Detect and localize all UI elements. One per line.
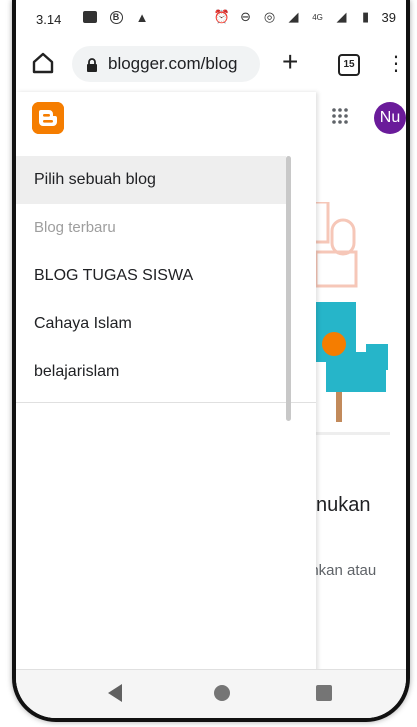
status-time: 3.14 (36, 12, 62, 27)
blog-drawer: Pilih sebuah blog Blog terbaru BLOG TUGA… (16, 92, 316, 674)
menu-item-choose-blog[interactable]: Pilih sebuah blog (16, 156, 286, 204)
tabs-icon[interactable]: 15 (338, 54, 360, 76)
phone-frame: 3.14 B ▲ ⏰ ⊖ ◎ ◢ 4G ◢ ▮ 39 blogger.com/b… (12, 0, 410, 722)
url-text: blogger.com/blog (108, 54, 238, 73)
signal-icon: ◢ (288, 9, 299, 24)
browser-toolbar: blogger.com/blog + 15 ⋮ (16, 36, 406, 93)
image-notification-icon (82, 9, 98, 25)
alarm-icon: ⏰ (213, 9, 230, 24)
page-heading: nukan (316, 494, 371, 516)
blogger-logo-icon[interactable] (32, 102, 64, 134)
browser-menu-button[interactable]: ⋮ (386, 50, 406, 78)
home-circle-icon[interactable] (214, 685, 230, 701)
back-icon[interactable] (108, 684, 122, 702)
recents-icon[interactable] (316, 685, 332, 701)
dnd-icon: ⊖ (240, 9, 251, 24)
home-icon[interactable] (30, 50, 56, 76)
status-bar: 3.14 B ▲ ⏰ ⊖ ◎ ◢ 4G ◢ ▮ 39 (16, 0, 406, 36)
drawer-divider (16, 402, 316, 403)
battery-icon: ▮ (361, 9, 370, 24)
battery-level: 39 (381, 9, 396, 25)
menu-item-blog-tugas-siswa[interactable]: BLOG TUGAS SISWA (16, 252, 286, 300)
signal-icon-2: ◢ (336, 9, 347, 24)
address-bar[interactable]: blogger.com/blog (72, 46, 260, 82)
lock-icon (86, 58, 98, 72)
new-tab-button[interactable]: + (282, 48, 298, 76)
account-avatar[interactable]: Nu (374, 102, 406, 134)
drawer-scrollbar[interactable] (286, 156, 291, 421)
menu-item-belajarislam[interactable]: belajarislam (16, 348, 286, 396)
hotspot-icon: ◎ (263, 9, 276, 24)
system-nav-bar (16, 669, 406, 718)
network-type: 4G (312, 12, 323, 22)
b-notification-icon: B (108, 9, 124, 25)
apps-grid-icon[interactable] (332, 108, 348, 124)
menu-item-recent-header: Blog terbaru (34, 219, 116, 236)
menu-item-cahaya-islam[interactable]: Cahaya Islam (16, 300, 286, 348)
warning-icon: ▲ (135, 9, 149, 25)
blog-list: Pilih sebuah blog Blog terbaru BLOG TUGA… (16, 156, 286, 396)
